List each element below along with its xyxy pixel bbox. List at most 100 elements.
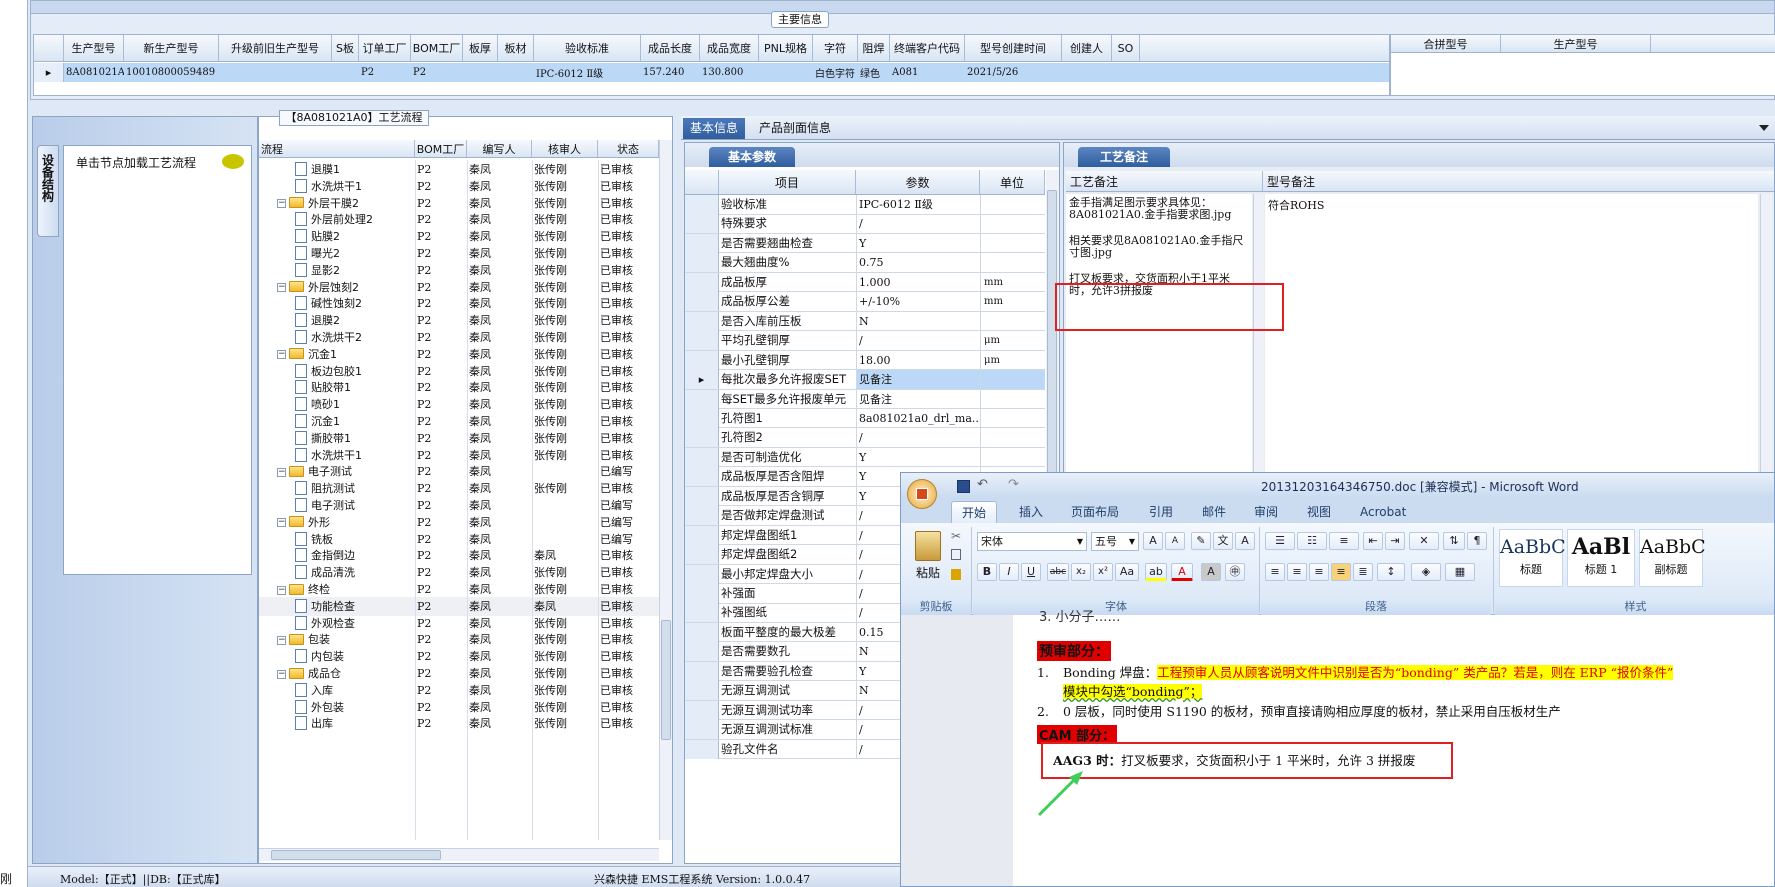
underline-button[interactable]: U: [1021, 563, 1041, 581]
collapse-icon[interactable]: −: [277, 199, 286, 209]
flow-hscrollbar[interactable]: [259, 848, 659, 861]
row-indicator-icon[interactable]: [685, 486, 719, 506]
params-col-item[interactable]: 项目: [719, 170, 856, 194]
params-row[interactable]: 孔符图2 /: [685, 428, 1045, 448]
collapse-icon[interactable]: −: [277, 350, 286, 360]
row-indicator-icon[interactable]: ▸: [685, 370, 719, 390]
ribbon-tab-insert[interactable]: 插入: [1019, 501, 1043, 523]
param-value[interactable]: Y: [856, 447, 980, 467]
param-value[interactable]: 8a081021a0_drl_ma...: [856, 408, 980, 428]
borders-button[interactable]: ▦: [1445, 563, 1475, 581]
main-info-col-9[interactable]: 成品长度: [641, 35, 700, 61]
flow-col-status[interactable]: 状态: [598, 140, 659, 157]
params-row[interactable]: 最小孔壁铜厚 18.00 μm: [685, 350, 1045, 371]
production-model-header[interactable]: 生产型号: [1501, 35, 1651, 52]
main-info-cell-6[interactable]: [463, 63, 498, 82]
main-info-cell-11[interactable]: [759, 63, 813, 82]
enclose-char-button[interactable]: ㊥: [1225, 563, 1245, 581]
decrease-indent-button[interactable]: ⇤: [1363, 532, 1383, 550]
main-info-col-2[interactable]: 升级前旧生产型号: [219, 35, 332, 61]
main-info-col-12[interactable]: 字符: [813, 35, 858, 61]
main-info-cell-14[interactable]: A081: [890, 63, 965, 82]
increase-indent-button[interactable]: ⇥: [1385, 532, 1405, 550]
params-col-value[interactable]: 参数: [856, 170, 980, 194]
param-value[interactable]: +/-10%: [856, 292, 980, 312]
shrink-font-button[interactable]: A: [1165, 532, 1185, 550]
main-info-col-10[interactable]: 成品宽度: [700, 35, 759, 61]
main-info-cell-15[interactable]: 2021/5/26: [965, 63, 1062, 82]
ribbon-tab-review[interactable]: 审阅: [1254, 501, 1278, 523]
params-row[interactable]: 成品板厚 1.000 mm: [685, 272, 1045, 293]
char-shading-button[interactable]: A: [1201, 563, 1221, 581]
param-value[interactable]: 1.000: [856, 272, 980, 292]
show-marks-button[interactable]: ¶: [1467, 532, 1487, 550]
redo-icon[interactable]: ↷: [1008, 477, 1019, 492]
main-info-cell-1[interactable]: 10010800059489: [124, 63, 219, 82]
params-row[interactable]: 最大翘曲度% 0.75: [685, 253, 1045, 273]
params-row[interactable]: 验收标准 IPC-6012 Ⅱ级: [685, 195, 1045, 215]
param-value[interactable]: N: [856, 311, 980, 331]
line-spacing-button[interactable]: ↕: [1377, 563, 1405, 581]
flow-col-writer[interactable]: 编写人: [467, 140, 532, 157]
combined-model-header[interactable]: 合拼型号: [1391, 35, 1501, 52]
remarks-col-process[interactable]: 工艺备注: [1066, 171, 1263, 191]
row-indicator-icon[interactable]: [685, 214, 719, 234]
grow-font-button[interactable]: A: [1143, 532, 1163, 550]
params-row[interactable]: 孔符图1 8a081021a0_drl_ma...: [685, 408, 1045, 429]
params-row[interactable]: 是否需要翘曲检查 Y: [685, 233, 1045, 254]
tabs-dropdown-icon[interactable]: [1759, 125, 1769, 131]
main-info-cell-8[interactable]: IPC-6012 Ⅱ级: [534, 63, 641, 82]
ribbon-tab-layout[interactable]: 页面布局: [1071, 501, 1119, 523]
align-right-button[interactable]: ≡: [1309, 563, 1329, 581]
main-info-col-7[interactable]: 板材: [498, 35, 534, 61]
tree-step-node[interactable]: 出库 P2 秦凤 张传刚 已审核: [259, 714, 659, 733]
tab-profile-info[interactable]: 产品剖面信息: [759, 118, 849, 139]
flow-col-reviewer[interactable]: 核审人: [532, 140, 598, 157]
paste-button[interactable]: 粘贴: [911, 531, 945, 597]
collapse-icon[interactable]: −: [277, 467, 286, 477]
main-info-row[interactable]: ▸8A081021A010010800059489 P2P2 IPC-6012 Ⅱ级…: [34, 63, 1389, 82]
row-indicator-icon[interactable]: [685, 564, 719, 584]
italic-button[interactable]: I: [999, 563, 1019, 581]
bullets-button[interactable]: ☰: [1265, 532, 1295, 550]
format-painter-icon[interactable]: [951, 569, 961, 580]
row-indicator-icon[interactable]: [685, 195, 719, 214]
collapse-icon[interactable]: −: [277, 669, 286, 679]
row-indicator-icon[interactable]: [685, 584, 719, 603]
row-indicator-icon[interactable]: [685, 681, 719, 701]
row-indicator-icon[interactable]: [685, 292, 719, 312]
row-indicator-icon[interactable]: [685, 661, 719, 681]
main-info-cell-4[interactable]: P2: [359, 63, 411, 82]
param-value[interactable]: 0.75: [856, 253, 980, 273]
row-indicator-icon[interactable]: [685, 428, 719, 448]
row-indicator-icon[interactable]: [685, 622, 719, 642]
shading-button[interactable]: ◈: [1411, 563, 1441, 581]
param-value[interactable]: 见备注: [856, 370, 980, 390]
change-case-button[interactable]: Aa: [1115, 563, 1139, 581]
row-indicator-icon[interactable]: [685, 408, 719, 428]
main-info-cell-3[interactable]: [332, 63, 359, 82]
style-title[interactable]: AaBbC 标题: [1499, 529, 1566, 587]
params-col-unit[interactable]: 单位: [980, 170, 1045, 194]
word-document[interactable]: 3. 小分子…… 预审部分： 1. Bonding 焊盘：工程预审人员从顾客说明文…: [1013, 610, 1774, 886]
params-row[interactable]: ▸ 每批次最多允许报废SET 见备注: [685, 370, 1045, 390]
align-center-button[interactable]: ≡: [1287, 563, 1307, 581]
collapse-icon[interactable]: −: [277, 283, 286, 293]
param-value[interactable]: Y: [856, 233, 980, 253]
main-info-cell-2[interactable]: [219, 63, 332, 82]
main-info-cell-5[interactable]: P2: [411, 63, 463, 82]
row-indicator-icon[interactable]: [685, 700, 719, 720]
undo-icon[interactable]: ↶: [977, 477, 988, 492]
sort-button[interactable]: ⇅: [1443, 532, 1465, 550]
row-indicator-icon[interactable]: [685, 545, 719, 565]
params-row[interactable]: 是否可制造优化 Y: [685, 447, 1045, 468]
main-info-cell-12[interactable]: 白色字符: [813, 63, 858, 82]
main-info-col-8[interactable]: 验收标准: [534, 35, 641, 61]
clear-format-button[interactable]: ✎: [1191, 532, 1211, 550]
main-info-col-16[interactable]: 创建人: [1062, 35, 1112, 61]
flow-tree[interactable]: 退膜1 P2 秦凤 张传刚 已审核 水洗烘干1 P2 秦凤 张传刚 已审核 − 外层干膜2 P2 秦凤 张传…: [259, 160, 659, 840]
collapse-icon[interactable]: −: [277, 635, 286, 645]
multilevel-list-button[interactable]: ≡: [1329, 532, 1359, 550]
strikethrough-button[interactable]: abc: [1047, 563, 1069, 581]
params-row[interactable]: 是否入库前压板 N: [685, 311, 1045, 332]
